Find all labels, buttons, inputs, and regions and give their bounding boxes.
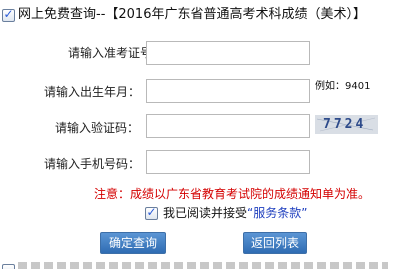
birth-input[interactable] xyxy=(146,79,310,103)
notice-text: 注意：成绩以广东省教育考试院的成绩通知单为准。 xyxy=(94,187,371,201)
agree-checkbox[interactable]: ✓ xyxy=(145,205,158,220)
back-to-list-button[interactable]: 返回列表 xyxy=(243,232,307,254)
phone-input[interactable] xyxy=(146,150,310,174)
page-header: ✓ 网上免费查询--【2016年广东省普通高考术科成绩（美术）】 xyxy=(0,4,397,26)
captcha-input[interactable] xyxy=(146,114,310,138)
captcha-image[interactable]: 7724 xyxy=(315,115,378,134)
check-icon: ✓ xyxy=(3,7,14,21)
agreement-label: 我已阅读并接受 xyxy=(163,206,248,220)
captcha-label: 请输入验证码： xyxy=(55,121,140,135)
next-item-checkbox[interactable] xyxy=(2,264,15,269)
birth-label: 请输入出生年月： xyxy=(44,85,141,99)
agreement-text: 我已阅读并接受“服务条款” xyxy=(163,205,307,221)
page-title: 网上免费查询--【2016年广东省普通高考术科成绩（美术）】 xyxy=(18,7,366,22)
next-item-text-cut xyxy=(18,262,388,269)
header-checkbox[interactable]: ✓ xyxy=(2,7,15,22)
next-item-strip xyxy=(0,262,397,269)
captcha-code: 7724 xyxy=(323,117,367,132)
birth-example-hint: 例如：9401 xyxy=(315,81,371,92)
check-icon: ✓ xyxy=(146,205,157,219)
terms-link[interactable]: “服务条款” xyxy=(247,206,307,220)
phone-label: 请输入手机号码： xyxy=(44,157,141,171)
exam-number-input[interactable] xyxy=(146,41,310,65)
query-button[interactable]: 确定查询 xyxy=(100,232,166,254)
